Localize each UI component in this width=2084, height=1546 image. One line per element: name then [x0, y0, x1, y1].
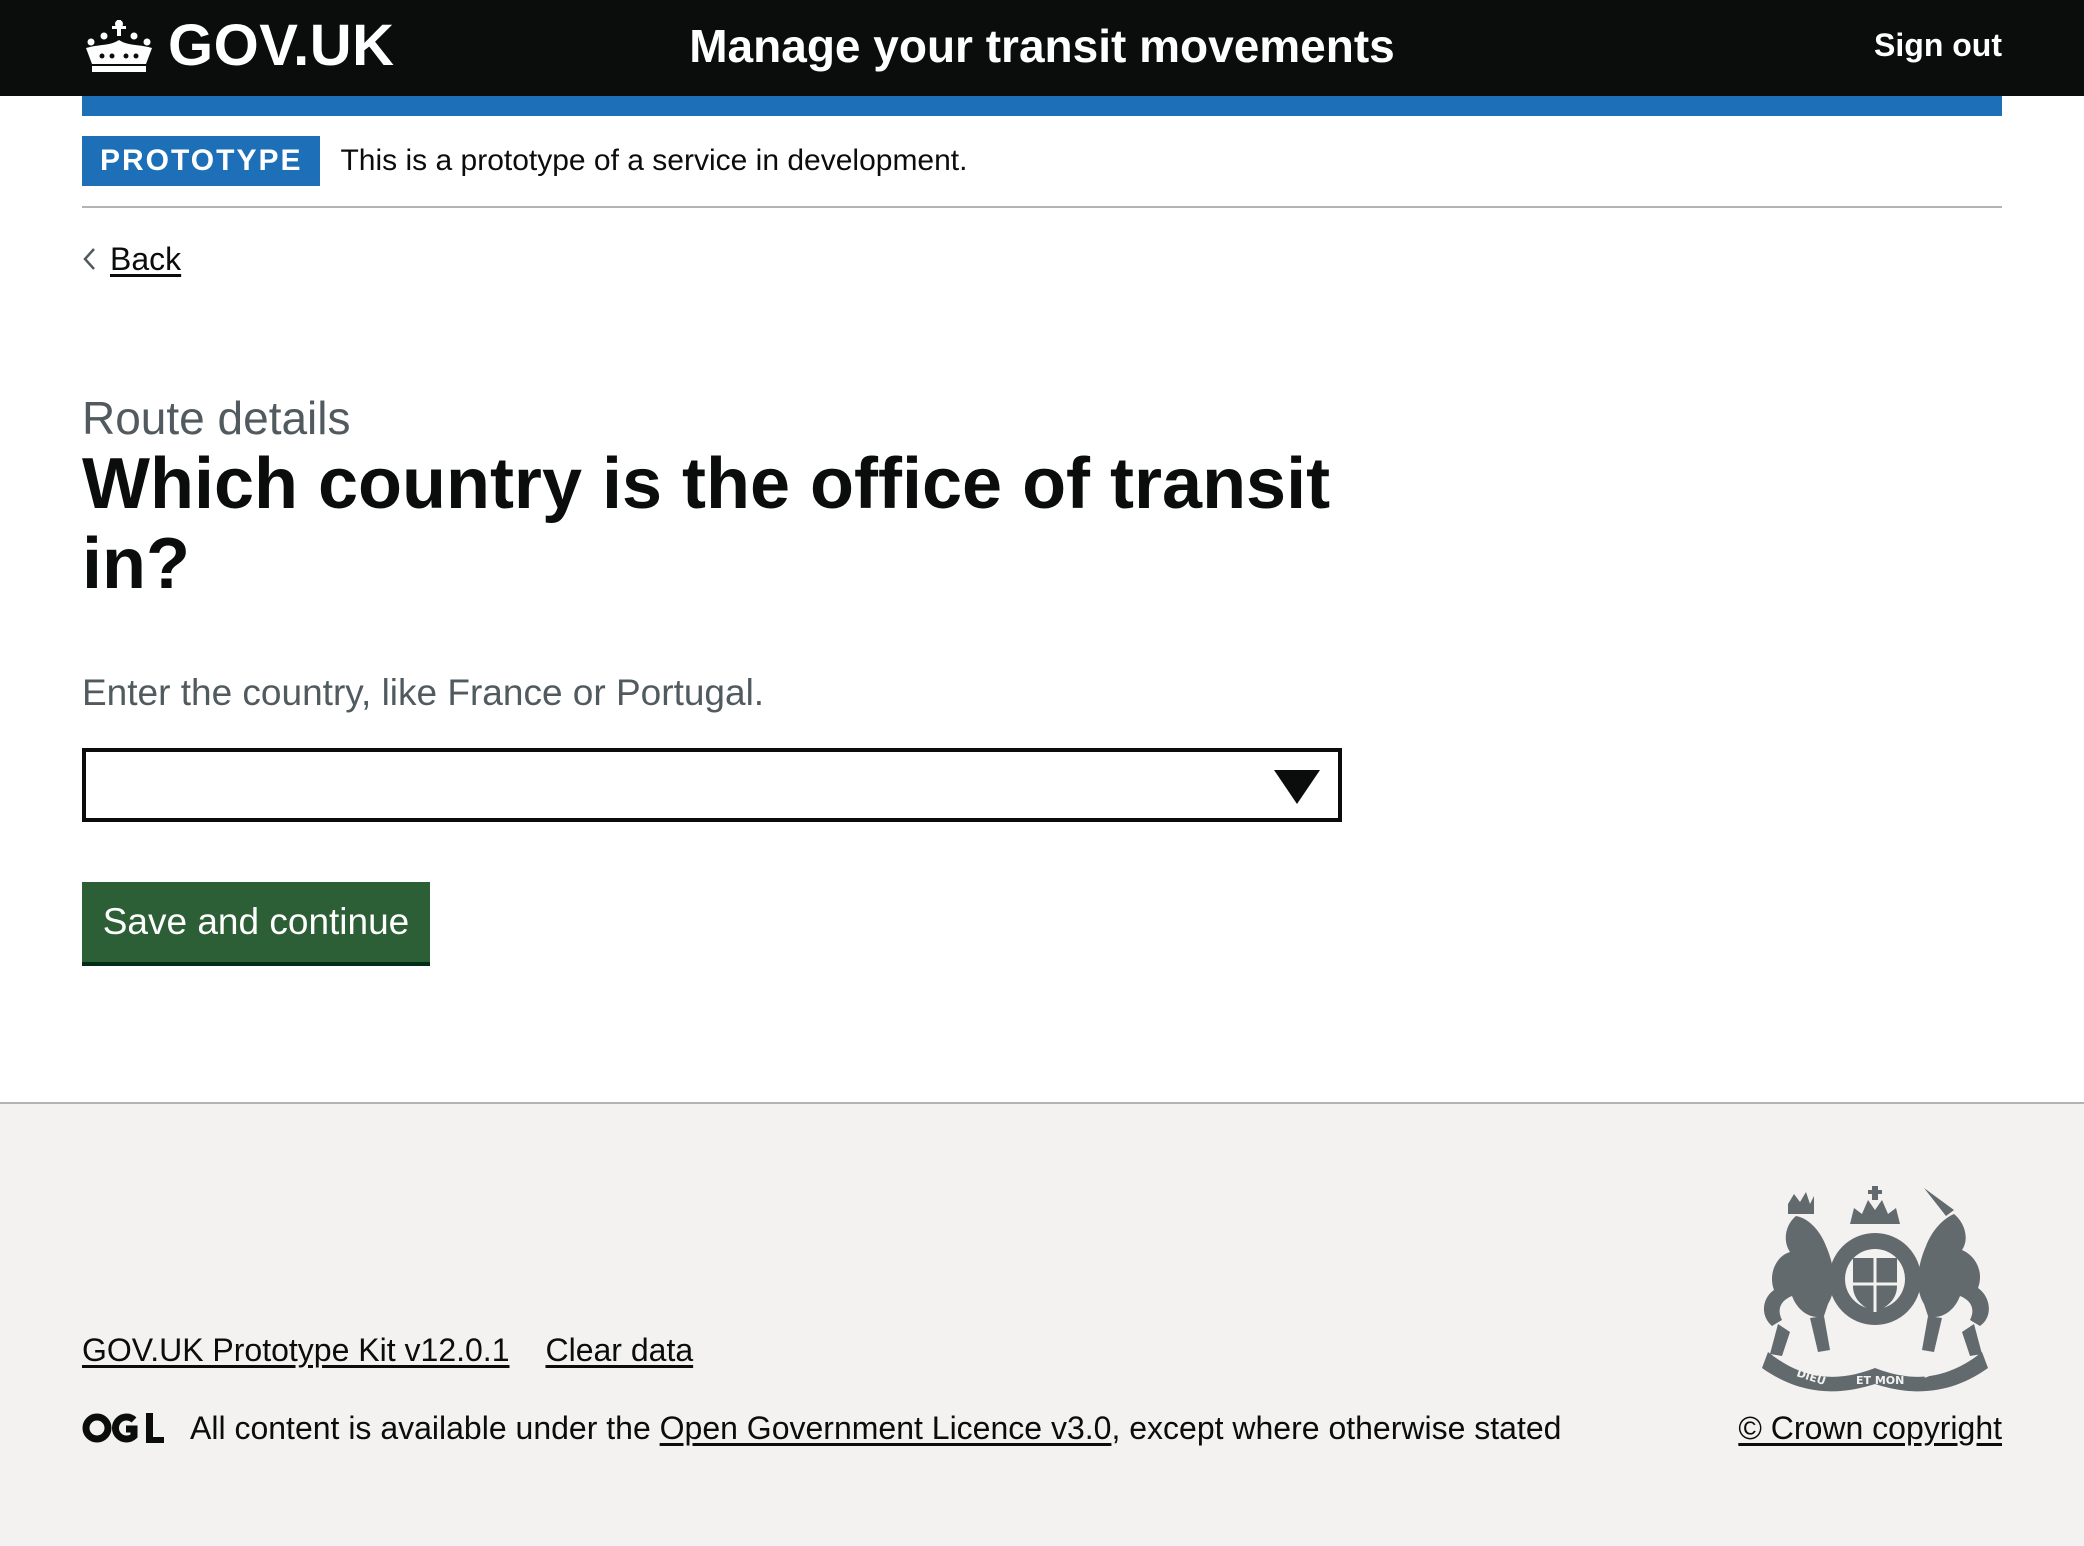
phase-banner-text: This is a prototype of a service in deve… [340, 144, 968, 177]
site-header: GOV.UK Manage your transit movements Sig… [0, 0, 2084, 96]
back-link-label: Back [110, 241, 182, 277]
sign-out-link[interactable]: Sign out [1874, 18, 2002, 72]
header-blue-bar [82, 96, 2002, 116]
country-hint: Enter the country, like France or Portug… [82, 672, 765, 713]
back-link[interactable]: Back [82, 238, 181, 280]
phase-banner: PROTOTYPE This is a prototype of a servi… [82, 136, 2002, 208]
crest-motto-et-mon: ET MON [1856, 1374, 1904, 1387]
footer-link-prototype-kit[interactable]: GOV.UK Prototype Kit v12.0.1 [82, 1328, 509, 1372]
ogl-logo [82, 1413, 164, 1443]
footer-link-clear-data[interactable]: Clear data [545, 1328, 693, 1372]
licence-statement: All content is available under the Open … [82, 1406, 1561, 1450]
open-government-licence-link[interactable]: Open Government Licence v3.0 [660, 1406, 1112, 1450]
site-footer: GOV.UK Prototype Kit v12.0.1 Clear data … [0, 1102, 2084, 1546]
section-caption: Route details [82, 392, 351, 444]
service-name: Manage your transit movements [0, 14, 2084, 78]
licence-suffix: , except where otherwise stated [1111, 1410, 1562, 1446]
dropdown-arrow-icon [1274, 770, 1320, 804]
footer-links: GOV.UK Prototype Kit v12.0.1 Clear data [82, 1328, 729, 1372]
phase-tag: PROTOTYPE [82, 136, 321, 186]
page-heading: Which country is the office of transit i… [82, 444, 1331, 604]
crown-copyright-link[interactable]: © Crown copyright [1738, 1406, 2002, 1450]
country-select[interactable] [82, 748, 1342, 822]
royal-coat-of-arms: DIEU ET MON DROIT [1762, 1186, 1989, 1392]
chevron-left-icon [83, 248, 95, 270]
service-name-link[interactable]: Manage your transit movements [689, 20, 1395, 72]
licence-prefix: All content is available under the [190, 1410, 651, 1446]
save-and-continue-button[interactable]: Save and continue [82, 882, 430, 962]
